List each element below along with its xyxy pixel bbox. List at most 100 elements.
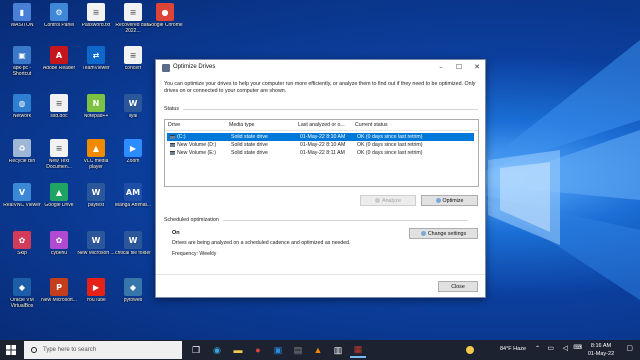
desktop-icon[interactable]: N Notepad++	[79, 94, 113, 134]
desktop-icon[interactable]: ≡ Recovered data 2022...	[115, 3, 151, 43]
drive-list-header: Drive Media type Last analyzed or o... C…	[165, 120, 478, 131]
desktop-icon[interactable]: ⇄ TeamViewer	[79, 46, 113, 86]
desktop-icon[interactable]: ≡ concert	[116, 46, 150, 86]
desktop-icon-glyph-icon: ●	[156, 3, 174, 21]
desktop-icon[interactable]: ♻ Recycle Bin	[5, 139, 39, 179]
language-icon[interactable]: ⌨	[573, 344, 582, 351]
desktop-icon[interactable]: ◆ Oracle VM VirtualBox	[5, 278, 39, 318]
desktop-icon[interactable]: ▮ WASITON	[5, 3, 39, 43]
close-button[interactable]: Close	[438, 281, 478, 292]
column-last-analyzed[interactable]: Last analyzed or o...	[298, 121, 345, 129]
clock-date[interactable]: 01-May-22	[584, 351, 618, 357]
drive-icon	[170, 135, 175, 139]
drive-row[interactable]: New Volume (E:) Solid state drive 01-May-2…	[167, 149, 474, 157]
column-drive[interactable]: Drive	[168, 121, 180, 129]
weather-icon[interactable]	[466, 346, 474, 354]
drive-row[interactable]: New Volume (D:) Solid state drive 01-May-2…	[167, 141, 474, 149]
desktop-icon-label: New Microsoft ...	[77, 251, 115, 256]
taskbar-search-box[interactable]: Type here to search	[24, 341, 182, 359]
media-type: Solid state drive	[231, 150, 268, 156]
desktop-icon-glyph-icon: ▶	[124, 139, 142, 157]
desktop-icon[interactable]: ▶ Zoom	[116, 139, 150, 179]
desktop-icon[interactable]: ▲ Google Drive	[42, 183, 76, 223]
status-label: Status	[164, 106, 180, 112]
desktop-icon[interactable]: ◆ pytoweb	[116, 278, 150, 318]
desktop-icon[interactable]: Wpaytest	[79, 183, 113, 223]
desktop-icon[interactable]: Wcritical file folder	[115, 231, 151, 271]
desktop-icon-label: Skip	[17, 251, 27, 256]
last-analyzed: 01-May-22 8:10 AM	[300, 142, 346, 148]
close-icon[interactable]: ✕	[468, 60, 486, 74]
optimize-drives-window: Optimize Drives – ☐ ✕ You can optimize y…	[155, 59, 486, 298]
optimize-drives-taskbar-icon[interactable]: ▦	[350, 342, 366, 358]
desktop-icon[interactable]: ≡ ssd.doc	[42, 94, 76, 134]
defrag-icon	[162, 64, 170, 72]
desktop-icon[interactable]: ✿ Skip	[5, 231, 39, 271]
chrome-icon[interactable]: ●	[250, 342, 266, 358]
desktop-icon-label: critical file folder	[115, 251, 151, 256]
desktop-icon[interactable]: ◍ Network	[5, 94, 39, 134]
desktop-icon[interactable]: ● Google Chrome	[147, 3, 183, 43]
desktop-icon[interactable]: ≡ Password.txt	[79, 3, 113, 43]
analyze-button[interactable]: Analyze	[360, 195, 416, 206]
desktop-icon-glyph-icon: ▲	[50, 183, 68, 201]
drive-list[interactable]: Drive Media type Last analyzed or o... C…	[164, 119, 479, 187]
scheduled-label: Scheduled optimization	[164, 217, 219, 223]
weather-text[interactable]: 84°F Haze	[500, 346, 526, 352]
desktop-icon[interactable]: AM Manga Animat...	[114, 183, 152, 223]
desktop-icon-glyph-icon: ◆	[13, 278, 31, 296]
desktop-icon[interactable]: Wilyal	[116, 94, 150, 134]
desktop-icon-label: RealVNC Viewer	[3, 203, 41, 208]
notifications-icon[interactable]: ▢	[626, 344, 633, 352]
desktop-icon-label: YouTube	[86, 298, 106, 303]
clock-time[interactable]: 8:16 AM	[584, 343, 618, 349]
drive-row[interactable]: (C:) Solid state drive 01-May-22 8:10 AM OK…	[167, 133, 474, 141]
maximize-icon[interactable]: ☐	[450, 60, 468, 74]
desktop-icon-label: Google Drive	[44, 203, 74, 208]
search-icon	[31, 347, 37, 353]
change-settings-button[interactable]: Change settings	[409, 228, 478, 239]
desktop-icon-label: WASITON	[10, 23, 34, 28]
desktop-icon[interactable]: ▣ apk-pc - Shortcut	[5, 46, 39, 86]
column-media-type[interactable]: Media type	[229, 121, 254, 129]
desktop-icon-glyph-icon: A	[50, 46, 68, 64]
vlc-icon[interactable]: ▲	[310, 342, 326, 358]
shield-icon	[420, 231, 426, 236]
desktop-icon-glyph-icon: ≡	[124, 3, 142, 21]
desktop-icon[interactable]: ✿ cyberlu	[42, 231, 76, 271]
app-icon[interactable]: ▤	[290, 342, 306, 358]
volume-icon[interactable]: ◁	[563, 344, 568, 352]
desktop-icon[interactable]: ▶ YouTube	[79, 278, 113, 318]
windows-start-icon[interactable]	[0, 340, 22, 360]
task-view-icon[interactable]: ❐	[188, 342, 204, 358]
desktop-icon[interactable]: ≡ New Text Documen...	[42, 139, 76, 179]
desktop-icon[interactable]: W New Microsoft ...	[77, 231, 115, 271]
file-explorer-icon[interactable]: ▬	[230, 342, 246, 358]
media-type: Solid state drive	[231, 142, 268, 148]
desktop-icon-glyph-icon: P	[50, 278, 68, 296]
optimize-button[interactable]: Optimize	[421, 195, 478, 206]
minimize-icon[interactable]: –	[432, 60, 450, 74]
desktop-icon-label: Oracle VM VirtualBox	[10, 298, 34, 309]
edge-icon[interactable]: ◉	[209, 342, 225, 358]
desktop-icon-label: New Microsoft...	[41, 298, 77, 303]
desktop-icon-glyph-icon: ✿	[50, 231, 68, 249]
title-bar[interactable]: Optimize Drives – ☐ ✕	[156, 60, 485, 76]
desktop-icon-glyph-icon: W	[124, 94, 142, 112]
desktop-icon[interactable]: P New Microsoft...	[41, 278, 77, 318]
drive-icon	[170, 143, 175, 147]
desktop-icon-glyph-icon: ▲	[87, 139, 105, 157]
store-icon[interactable]: ▣	[270, 342, 286, 358]
desktop-icon[interactable]: V RealVNC Viewer	[3, 183, 41, 223]
drive-name: (C:)	[177, 134, 186, 140]
column-current-status[interactable]: Current status	[355, 121, 388, 129]
desktop-icon-label: Manga Animat...	[114, 203, 152, 208]
desktop-icon[interactable]: ▲ VLC media player	[79, 139, 113, 179]
desktop-icon[interactable]: ⚙ Control Panel	[42, 3, 76, 43]
desktop-icon-glyph-icon: ≡	[124, 46, 142, 64]
word-icon[interactable]: ▥	[330, 342, 346, 358]
show-hidden-icons-icon[interactable]: ⌃	[535, 345, 540, 352]
network-icon[interactable]: ▭	[547, 344, 554, 352]
desktop-icon-label: Network	[12, 114, 32, 119]
desktop-icon[interactable]: A Adobe Reader	[42, 46, 76, 86]
